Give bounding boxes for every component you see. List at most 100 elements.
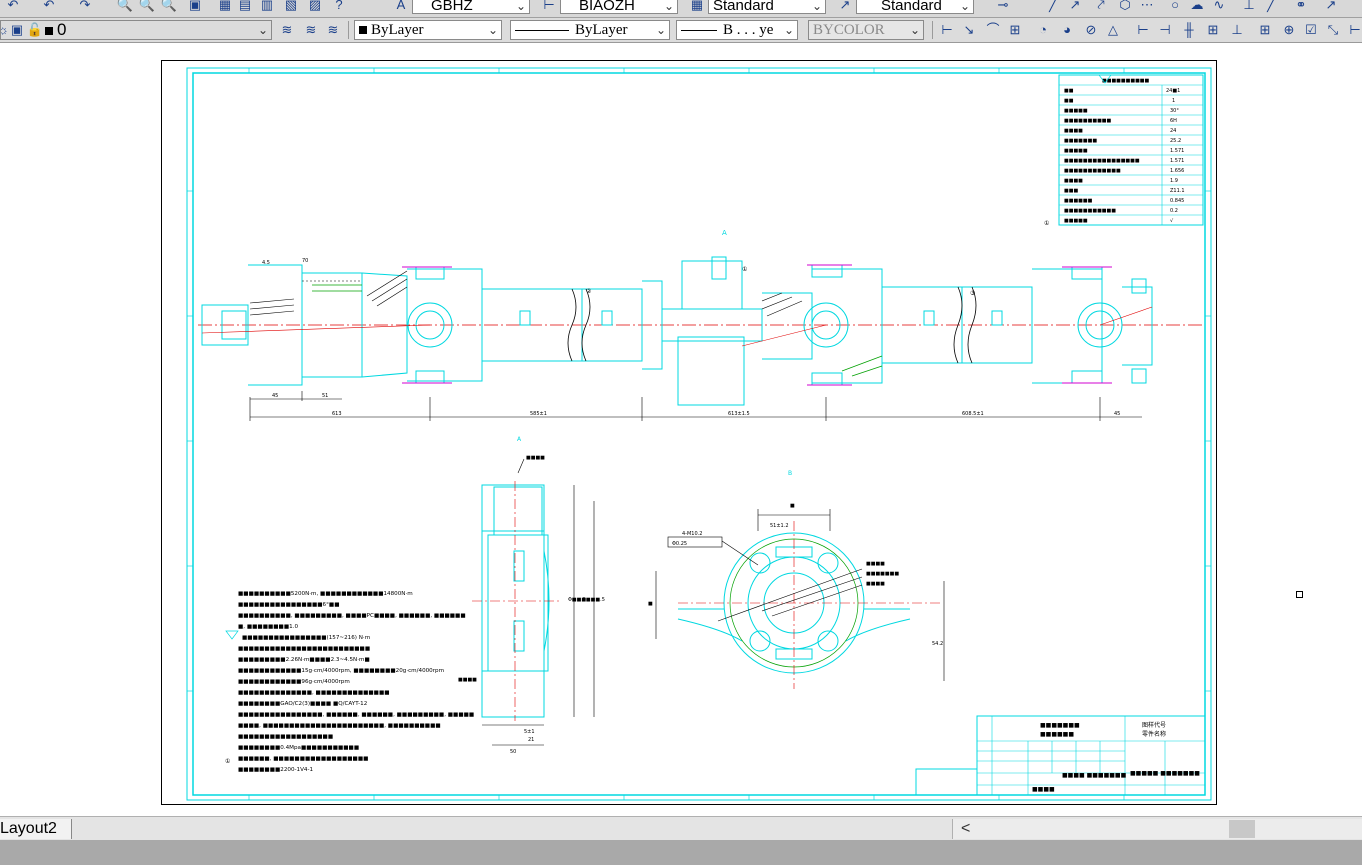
- tool-palettes-icon[interactable]: ▤: [236, 0, 254, 14]
- svg-text:4.5: 4.5: [262, 260, 270, 266]
- svg-text:■■■: ■■■: [1064, 188, 1078, 194]
- dim-style-icon[interactable]: ⊢: [540, 0, 558, 14]
- undo-icon[interactable]: ↶: [4, 0, 22, 14]
- quick-dim-icon[interactable]: ⊢: [1134, 21, 1152, 39]
- table-style-select[interactable]: Standard: [708, 0, 826, 14]
- text-style-icon[interactable]: A: [392, 0, 410, 14]
- plotstyle-select: BYCOLOR: [808, 20, 924, 40]
- multileader-icon[interactable]: ⊸: [994, 0, 1012, 14]
- svg-text:■■■■■■■■■■■■96g·cm/4000rpm: ■■■■■■■■■■■■96g·cm/4000rpm: [238, 679, 350, 685]
- revcloud-icon[interactable]: ☁: [1188, 0, 1206, 14]
- jogged-linear-icon[interactable]: ⤡: [1324, 21, 1342, 39]
- redo-icon[interactable]: ↷: [76, 0, 94, 14]
- tolerance-icon[interactable]: ⊞: [1256, 21, 1274, 39]
- svg-text:70: 70: [302, 258, 308, 264]
- svg-text:①: ①: [742, 266, 747, 273]
- line-icon[interactable]: ╱: [1044, 0, 1062, 14]
- ellipse-icon[interactable]: ⊥: [1240, 0, 1258, 14]
- properties-icon[interactable]: ▣: [186, 0, 204, 14]
- technical-drawing[interactable]: ■■■■■■■■■■ ■■ 24■1 ■■ 1 ■■■■■ 30° ■■■■■■■■■…: [162, 61, 1218, 806]
- undo-icon[interactable]: ↶: [40, 0, 58, 14]
- continue-dim-icon[interactable]: ╫: [1180, 21, 1198, 39]
- spline-icon[interactable]: ∿: [1210, 0, 1228, 14]
- svg-text:■■■■: ■■■■: [458, 677, 477, 683]
- scroll-thumb[interactable]: [1229, 820, 1255, 838]
- jogged-dim-icon[interactable]: ◕: [1058, 21, 1076, 39]
- ordinate-dim-icon[interactable]: ⊞: [1006, 21, 1024, 39]
- svg-text:■■■■■■■■■■■■■■■■6°■■: ■■■■■■■■■■■■■■■■6°■■: [238, 602, 340, 608]
- make-current-layer-icon[interactable]: ≋: [278, 21, 296, 39]
- baseline-dim-icon[interactable]: ⊣: [1156, 21, 1174, 39]
- svg-text:■■■■■■■: ■■■■■■■: [866, 571, 899, 577]
- svg-text:■■■■■■, ■■■■■■■■■■■■■■■■■■: ■■■■■■, ■■■■■■■■■■■■■■■■■■: [238, 756, 368, 762]
- svg-text:■■■■■■■■0.4Mpa■■■■■■■■■■■: ■■■■■■■■0.4Mpa■■■■■■■■■■■: [238, 745, 359, 751]
- layer-previous-icon[interactable]: ≋: [302, 21, 320, 39]
- horizontal-scrollbar[interactable]: <: [952, 819, 1362, 839]
- angular-dim-icon[interactable]: △: [1104, 21, 1122, 39]
- status-bar: [0, 840, 1362, 865]
- table-style-icon[interactable]: ▦: [688, 0, 706, 14]
- scroll-left-icon[interactable]: <: [961, 819, 970, 839]
- diameter-dim-icon[interactable]: ⊘: [1082, 21, 1100, 39]
- rectangle-icon[interactable]: ⋯: [1138, 0, 1156, 14]
- hatch-icon[interactable]: ╱: [1262, 0, 1280, 14]
- construction-line-icon[interactable]: ↗: [1066, 0, 1084, 14]
- dim-edit-icon[interactable]: ⊢: [1346, 21, 1362, 39]
- text-style-select[interactable]: GBHZ: [412, 0, 530, 14]
- arc-length-icon[interactable]: ⌒: [984, 21, 1002, 39]
- styles-toolbar: ↶ ↶ ↷ 🔍 🔍 🔍 ▣ ▦ ▤ ▥ ▧ ▨ ? A GBHZ ⊢ BIAOZ…: [0, 0, 1362, 18]
- layer-select[interactable]: 0: [0, 20, 272, 40]
- viewport-grip[interactable]: [1296, 591, 1303, 598]
- inspection-icon[interactable]: ☑: [1302, 21, 1320, 39]
- inner-frame: [192, 72, 1206, 796]
- zoom-window-icon[interactable]: 🔍: [138, 0, 156, 14]
- color-select[interactable]: ByLayer: [354, 20, 502, 40]
- svg-text:■■■■, ■■■■■■■■■■■■■■■■■■■■■■■,: ■■■■, ■■■■■■■■■■■■■■■■■■■■■■■, ■■■■■■■■■…: [238, 723, 441, 729]
- driveshaft-assembly-view: 613 585±1 613±1.5 608.5±1 45 45 51 4.5 70 ② ①…: [198, 229, 1202, 421]
- svg-text:585±1: 585±1: [530, 411, 547, 417]
- svg-text:■■■■: ■■■■: [526, 455, 545, 461]
- svg-text:■■■■■■■■■■■■■■■■(157~216) N·m: ■■■■■■■■■■■■■■■■(157~216) N·m: [242, 635, 370, 641]
- mleader-style-icon[interactable]: ↗: [836, 0, 854, 14]
- zoom-previous-icon[interactable]: 🔍: [160, 0, 178, 14]
- layer-states-icon[interactable]: ≋: [324, 21, 342, 39]
- tab-layout2[interactable]: Layout2: [0, 819, 72, 839]
- center-mark-icon[interactable]: ⊕: [1280, 21, 1298, 39]
- svg-text:■■■■■■■■2200-1V4-1: ■■■■■■■■2200-1V4-1: [238, 767, 313, 773]
- linetype-select[interactable]: ByLayer: [510, 20, 670, 40]
- sheet-set-icon[interactable]: ▥: [258, 0, 276, 14]
- markup-icon[interactable]: ▧: [282, 0, 300, 14]
- mleader-style-select[interactable]: Standard: [856, 0, 974, 14]
- polygon-icon[interactable]: ⬡: [1116, 0, 1134, 14]
- svg-text:■■■■■■■: ■■■■■■■: [1064, 138, 1097, 144]
- svg-text:■■■■■■: ■■■■■■: [1064, 198, 1093, 204]
- polyline-icon[interactable]: ⤤: [1092, 0, 1110, 14]
- toolbar-separator: [932, 21, 933, 39]
- svg-text:A: A: [722, 229, 727, 237]
- paper-sheet[interactable]: ■■■■■■■■■■ ■■ 24■1 ■■ 1 ■■■■■ 30° ■■■■■■■■■…: [161, 60, 1217, 805]
- svg-text:■■: ■■: [1064, 98, 1074, 104]
- layout-tab-bar: Layout2 <: [0, 816, 1362, 841]
- table-icon[interactable]: ↗: [1322, 0, 1340, 14]
- dim-break-icon[interactable]: ⊥: [1228, 21, 1246, 39]
- circle-icon[interactable]: ○: [1166, 0, 1184, 14]
- svg-text:■■■■■■■■■■■: ■■■■■■■■■■■: [1064, 208, 1116, 214]
- svg-text:613: 613: [332, 411, 342, 417]
- linear-dim-icon[interactable]: ⊢: [938, 21, 956, 39]
- svg-text:1.656: 1.656: [1170, 168, 1184, 174]
- zoom-realtime-icon[interactable]: 🔍: [116, 0, 134, 14]
- svg-text:45: 45: [1114, 411, 1120, 417]
- calculator-icon[interactable]: ▨: [306, 0, 324, 14]
- help-icon[interactable]: ?: [330, 0, 348, 14]
- dim-style-select[interactable]: BIAOZH: [560, 0, 678, 14]
- svg-text:■■■■■■■■■■■■: ■■■■■■■■■■■■: [1064, 168, 1121, 174]
- radius-dim-icon[interactable]: ◔: [1034, 21, 1052, 39]
- lineweight-select[interactable]: B . . . ye: [676, 20, 798, 40]
- dim-space-icon[interactable]: ⊞: [1204, 21, 1222, 39]
- svg-text:■■■■■■: ■■■■■■: [1040, 731, 1074, 738]
- svg-text:1.9: 1.9: [1170, 178, 1178, 184]
- aligned-dim-icon[interactable]: ↘: [960, 21, 978, 39]
- svg-text:①: ①: [1044, 220, 1049, 227]
- design-center-icon[interactable]: ▦: [216, 0, 234, 14]
- region-icon[interactable]: ⚭: [1292, 0, 1310, 14]
